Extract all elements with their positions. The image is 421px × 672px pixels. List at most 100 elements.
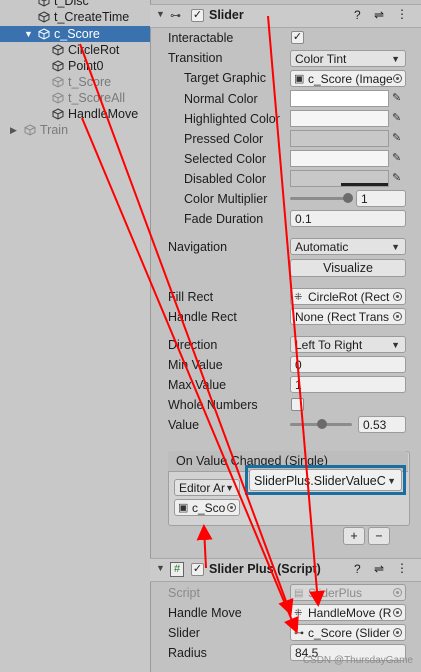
eyedropper-icon[interactable]: ✎ xyxy=(392,90,406,107)
fade-duration-input[interactable]: 0.1 xyxy=(290,210,406,227)
color-multiplier-input[interactable]: 1 xyxy=(356,190,406,207)
min-value-input[interactable]: 0 xyxy=(290,356,406,373)
object-picker-icon[interactable] xyxy=(393,312,402,321)
chevron-down-icon: ▼ xyxy=(391,54,400,64)
fill-rect-field[interactable]: ⁜ CircleRot (Rect xyxy=(290,288,406,305)
handle-move-field[interactable]: ⁜ HandleMove (R xyxy=(290,604,406,621)
help-icon[interactable]: ? xyxy=(354,562,361,576)
normal-color-swatch[interactable] xyxy=(290,90,389,107)
object-picker-icon[interactable] xyxy=(393,292,402,301)
selected-color-swatch[interactable] xyxy=(290,150,389,167)
gameobject-cube-icon xyxy=(38,11,50,23)
component-enabled-checkbox[interactable]: ✓ xyxy=(191,9,204,22)
context-menu-icon[interactable]: ⋮ xyxy=(396,561,408,575)
max-value-input[interactable]: 1 xyxy=(290,376,406,393)
object-picker-icon[interactable] xyxy=(227,503,236,512)
hierarchy-item-label: c_Score xyxy=(54,27,100,41)
object-picker-icon[interactable] xyxy=(393,74,402,83)
hierarchy-item-label: Train xyxy=(40,123,69,137)
slider-component-icon: ⊶ xyxy=(294,628,304,639)
hierarchy-item[interactable]: Point0 xyxy=(0,58,150,74)
presets-icon[interactable]: ⇌ xyxy=(374,562,384,576)
chevron-down-icon: ▼ xyxy=(391,242,400,252)
whole-numbers-checkbox[interactable] xyxy=(291,398,304,411)
chevron-down-icon: ▼ xyxy=(391,340,400,350)
slider-component-header[interactable]: ▼ ⊶ ✓ Slider ? ⇌ ⋮ xyxy=(150,4,421,28)
gameobject-cube-icon xyxy=(52,60,64,72)
handle-rect-field[interactable]: None (Rect Trans xyxy=(290,308,406,325)
hierarchy-item-label: CircleRot xyxy=(68,43,120,57)
color-multiplier-label: Color Multiplier xyxy=(184,192,268,206)
remove-listener-button[interactable]: − xyxy=(368,527,390,545)
eyedropper-icon[interactable]: ✎ xyxy=(392,110,406,127)
hierarchy-item[interactable]: HandleMove xyxy=(0,106,150,122)
hierarchy-item-label: t_Disc xyxy=(54,0,89,8)
hierarchy-item[interactable]: CircleRot xyxy=(0,42,150,58)
visualize-button[interactable]: Visualize xyxy=(290,259,406,277)
event-target-object-field[interactable]: ▣ c_Sco xyxy=(174,499,240,516)
hierarchy-item-label: t_ScoreAll xyxy=(68,91,125,105)
slider-reference-field[interactable]: ⊶ c_Score (Slider xyxy=(290,624,406,641)
gameobject-cube-icon xyxy=(38,0,50,7)
add-listener-button[interactable]: + xyxy=(343,527,365,545)
selected-color-label: Selected Color xyxy=(184,152,266,166)
hierarchy-item[interactable]: t_Score xyxy=(0,74,150,90)
object-picker-icon[interactable] xyxy=(393,608,402,617)
eyedropper-icon[interactable]: ✎ xyxy=(392,130,406,147)
hierarchy-panel: t_Disc t_CreateTime ▼ c_Score CircleRot Point… xyxy=(0,0,150,672)
transition-dropdown[interactable]: Color Tint ▼ xyxy=(290,50,406,67)
fill-rect-label: Fill Rect xyxy=(168,290,214,304)
foldout-arrow-icon[interactable]: ▼ xyxy=(156,563,165,573)
value-input[interactable]: 0.53 xyxy=(358,416,406,433)
runtime-mode-dropdown[interactable]: Editor Ar ▼ xyxy=(174,479,240,496)
slider-label: Slider xyxy=(168,626,200,640)
fade-duration-label: Fade Duration xyxy=(184,212,264,226)
image-component-icon: ▣ xyxy=(178,502,189,514)
function-highlight-box xyxy=(245,465,406,495)
target-graphic-field[interactable]: ▣ c_Score (Image xyxy=(290,70,406,87)
gameobject-cube-icon xyxy=(52,92,64,104)
object-picker-icon xyxy=(393,588,402,597)
hierarchy-item[interactable]: ▼ c_Score xyxy=(0,26,150,42)
hierarchy-item[interactable]: t_CreateTime xyxy=(0,9,150,25)
script-icon: # xyxy=(170,562,184,577)
presets-icon[interactable]: ⇌ xyxy=(374,8,384,22)
hierarchy-item-label: t_CreateTime xyxy=(54,10,130,24)
value-label: Value xyxy=(168,418,200,432)
slider-plus-component-header[interactable]: ▼ # ✓ Slider Plus (Script) ? ⇌ ⋮ xyxy=(150,558,421,582)
whole-numbers-label: Whole Numbers xyxy=(168,398,258,412)
interactable-checkbox[interactable]: ✓ xyxy=(291,31,304,44)
pressed-color-label: Pressed Color xyxy=(184,132,264,146)
foldout-arrow-icon[interactable]: ▼ xyxy=(156,9,165,19)
hierarchy-item-label: Point0 xyxy=(68,59,104,73)
script-label: Script xyxy=(168,586,200,600)
hierarchy-item[interactable]: t_Disc xyxy=(0,0,150,9)
slider-component-icon: ⊶ xyxy=(170,10,181,22)
navigation-label: Navigation xyxy=(168,240,228,254)
component-title: Slider xyxy=(209,8,244,22)
rect-transform-icon: ⁜ xyxy=(294,608,303,619)
highlighted-color-label: Highlighted Color xyxy=(184,112,280,126)
gameobject-cube-icon xyxy=(52,76,64,88)
component-enabled-checkbox[interactable]: ✓ xyxy=(191,563,204,576)
navigation-dropdown[interactable]: Automatic ▼ xyxy=(290,238,406,255)
disabled-color-swatch[interactable] xyxy=(290,170,389,187)
value-slider-knob[interactable] xyxy=(317,419,327,429)
help-icon[interactable]: ? xyxy=(354,8,361,22)
interactable-label: Interactable xyxy=(168,31,234,45)
chevron-right-icon[interactable]: ▶ xyxy=(10,122,17,138)
color-multiplier-knob[interactable] xyxy=(343,193,353,203)
context-menu-icon[interactable]: ⋮ xyxy=(396,7,408,21)
gameobject-cube-icon xyxy=(52,108,64,120)
transition-label: Transition xyxy=(168,51,223,65)
highlighted-color-swatch[interactable] xyxy=(290,110,389,127)
hierarchy-item[interactable]: ▶ Train xyxy=(0,122,150,138)
eyedropper-icon[interactable]: ✎ xyxy=(392,150,406,167)
hierarchy-item[interactable]: t_ScoreAll xyxy=(0,90,150,106)
pressed-color-swatch[interactable] xyxy=(290,130,389,147)
hierarchy-item-label: t_Score xyxy=(68,75,112,89)
direction-dropdown[interactable]: Left To Right ▼ xyxy=(290,336,406,353)
chevron-down-icon[interactable]: ▼ xyxy=(24,26,33,42)
eyedropper-icon[interactable]: ✎ xyxy=(392,170,406,187)
object-picker-icon[interactable] xyxy=(393,628,402,637)
